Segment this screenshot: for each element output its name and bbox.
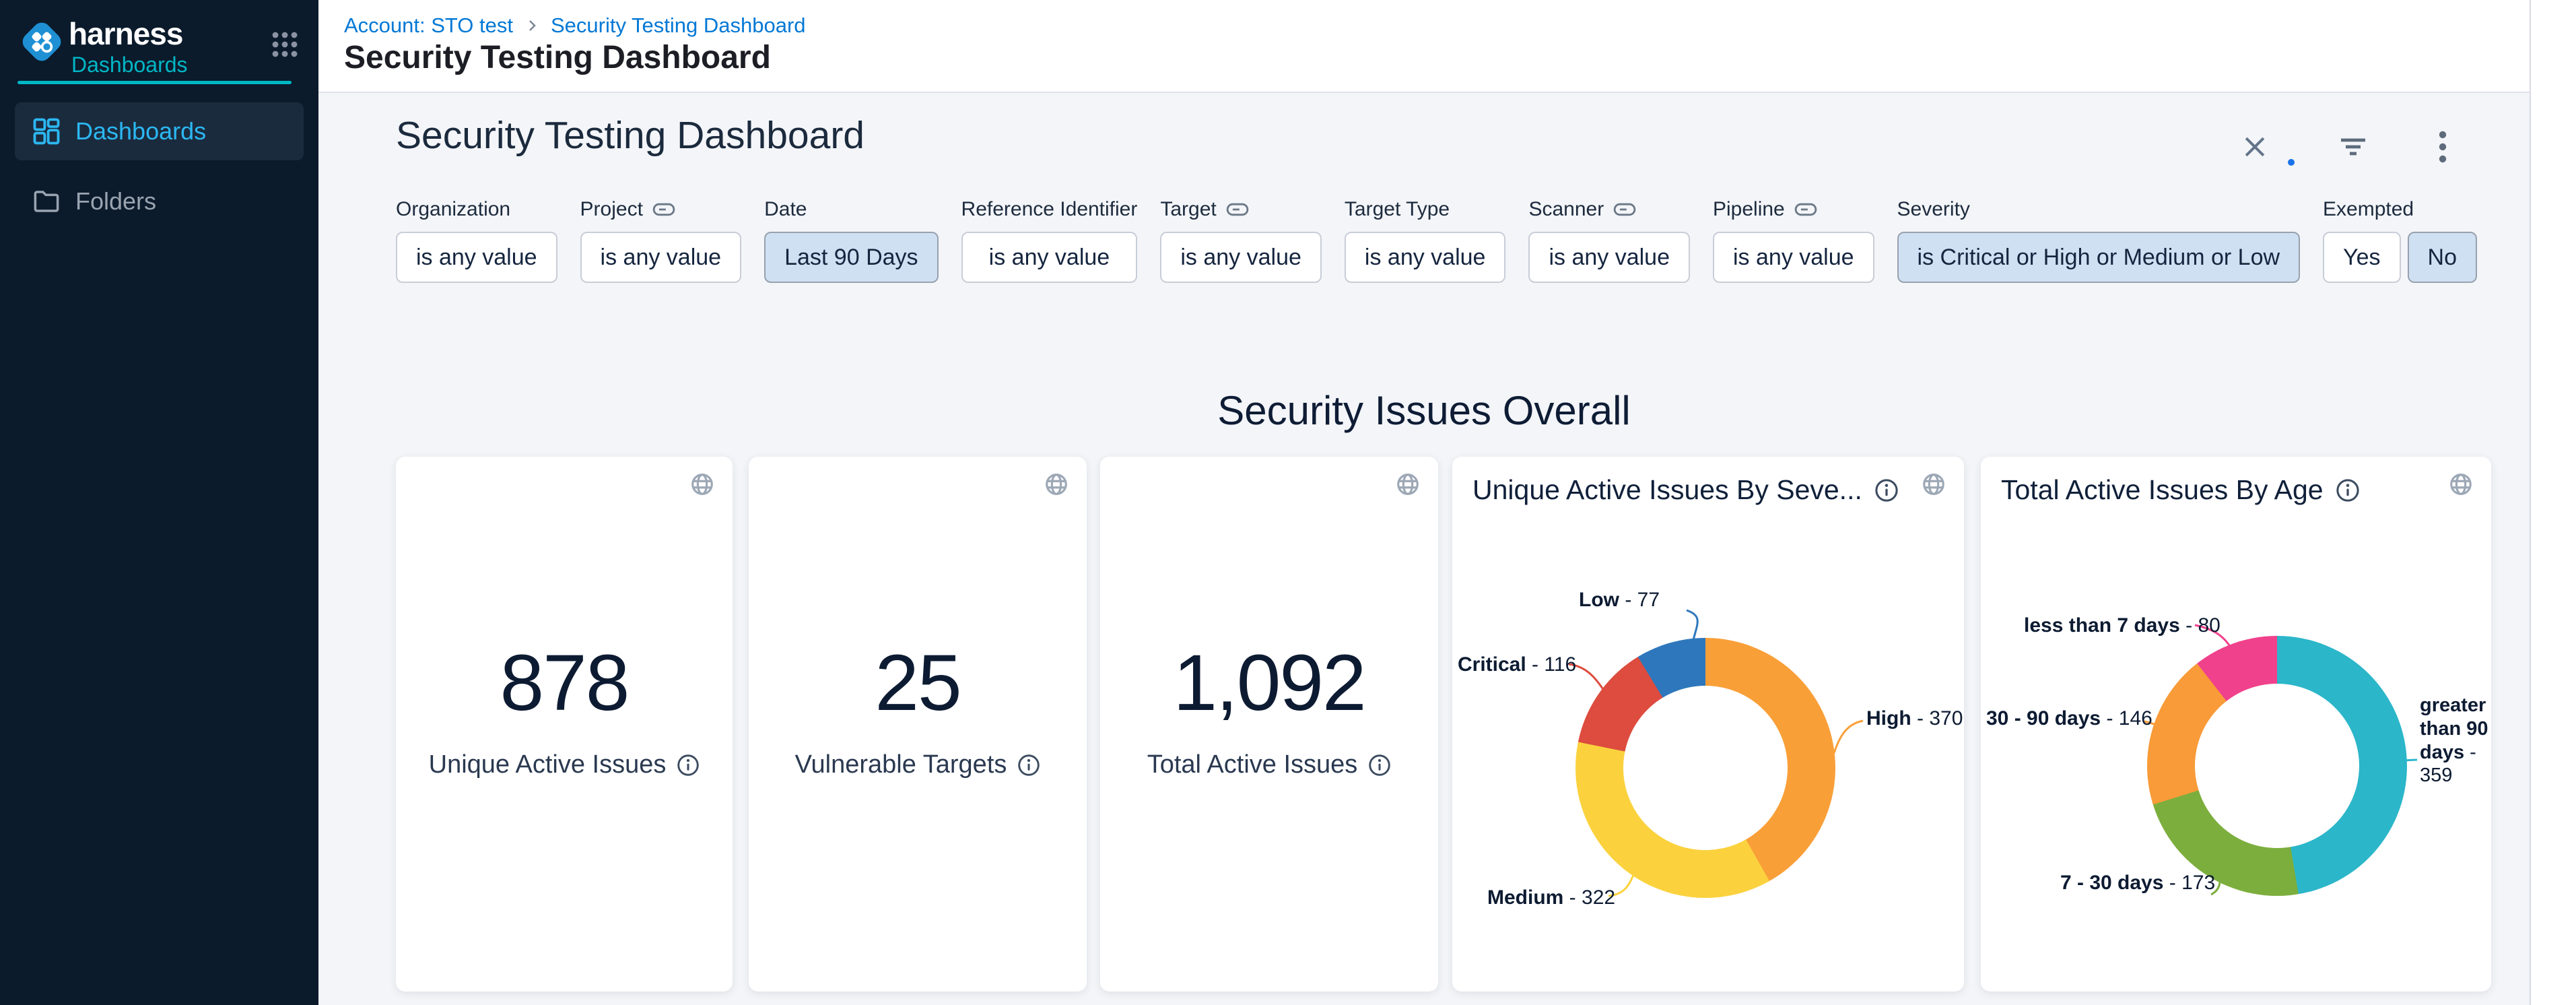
filter-target: Target is any value [1160, 197, 1322, 283]
filter-pipeline-value[interactable]: is any value [1713, 232, 1874, 283]
dashboards-icon [32, 117, 61, 145]
page-title: Security Testing Dashboard [344, 39, 771, 76]
linked-filter-icon [1613, 202, 1636, 217]
sidebar-item-dashboards[interactable]: Dashboards [15, 102, 304, 160]
filter-icon[interactable] [2337, 132, 2369, 162]
info-icon[interactable] [1368, 754, 1391, 777]
filter-date: Date Last 90 Days [764, 197, 938, 283]
exempted-yes-button[interactable]: Yes [2323, 232, 2400, 283]
app-switcher-icon[interactable] [269, 28, 301, 61]
globe-icon[interactable] [1395, 472, 1421, 497]
filter-target-type: Target Type is any value [1345, 197, 1506, 283]
filter-label: Project [580, 198, 643, 221]
sidebar-item-folders[interactable]: Folders [15, 172, 304, 230]
globe-icon[interactable] [1044, 472, 1069, 497]
callout-greater-than-90-days: greater than 90 days - 359 [2420, 694, 2495, 787]
callout-30-90-days: 30 - 90 days - 146 [1986, 707, 2153, 730]
sidebar-divider [18, 81, 292, 84]
tile-label: Total Active Issues [1147, 750, 1358, 779]
filter-label: Organization [396, 198, 510, 221]
breadcrumb-account-link[interactable]: Account: STO test [344, 13, 513, 38]
age-donut-chart[interactable] [2147, 636, 2407, 896]
callout-line-high [1834, 721, 1863, 753]
callout-low: Low - 77 [1579, 589, 1660, 612]
tile-label: Vulnerable Targets [795, 750, 1007, 779]
globe-icon[interactable] [689, 472, 715, 497]
dashboard-content: Security Testing Dashboard Organization … [318, 94, 2530, 1005]
sidebar-item-label: Dashboards [75, 117, 206, 145]
filter-label: Target [1160, 198, 1216, 221]
breadcrumb: Account: STO test Security Testing Dashb… [344, 13, 806, 38]
product-name: Dashboards [71, 53, 188, 77]
filter-project: Project is any value [580, 197, 742, 283]
chevron-right-icon [524, 18, 540, 34]
info-icon[interactable] [2336, 478, 2360, 502]
severity-donut-chart[interactable] [1575, 638, 1835, 898]
callout-high: High - 370 [1866, 707, 1963, 730]
tile-unique-active-issues: 878 Unique Active Issues [396, 457, 733, 992]
sidebar-item-label: Folders [75, 187, 156, 216]
filter-scanner-value[interactable]: is any value [1528, 232, 1690, 283]
topbar: Account: STO test Security Testing Dashb… [318, 0, 2576, 93]
tile-value: 878 [396, 637, 733, 729]
tile-value: 1,092 [1100, 637, 1438, 729]
globe-icon[interactable] [1921, 472, 1946, 497]
filter-reference-identifier: Reference Identifier is any value [961, 197, 1138, 283]
linked-filter-icon [652, 202, 675, 217]
filter-severity: Severity is Critical or High or Medium o… [1897, 197, 2301, 283]
linked-filter-icon [1794, 202, 1817, 217]
callout-critical: Critical - 116 [1458, 653, 1576, 676]
filter-exempted: Exempted Yes No [2323, 197, 2477, 283]
callout-less-than-7-days: less than 7 days - 80 [2024, 614, 2221, 637]
section-title: Security Issues Overall [318, 387, 2530, 434]
chart-title: Total Active Issues By Age [2001, 474, 2324, 506]
filter-organization-value[interactable]: is any value [396, 232, 557, 283]
linked-filter-icon [1226, 202, 1249, 217]
filter-label: Target Type [1345, 198, 1450, 221]
tile-vulnerable-targets: 25 Vulnerable Targets [749, 457, 1087, 992]
kebab-menu-icon[interactable] [2437, 129, 2449, 164]
close-icon[interactable] [2240, 132, 2270, 162]
tile-value: 25 [749, 637, 1087, 729]
sidebar: harness Dashboards Dashboards Folders [0, 0, 318, 1005]
callout-medium: Medium - 322 [1487, 886, 1615, 909]
filter-target-type-value[interactable]: is any value [1345, 232, 1506, 283]
filter-bar: Organization is any value Project is any… [396, 197, 2477, 283]
callout-line-low [1687, 610, 1697, 640]
folder-icon [32, 187, 61, 216]
filter-project-value[interactable]: is any value [580, 232, 742, 283]
filter-label: Date [764, 198, 807, 221]
info-icon[interactable] [677, 754, 700, 777]
exempted-no-button[interactable]: No [2408, 232, 2477, 283]
filter-label: Scanner [1528, 198, 1604, 221]
filter-label: Exempted [2323, 198, 2414, 221]
chart-unique-active-issues-by-severity: Unique Active Issues By Seve... Low - 77… [1452, 457, 1964, 992]
logo-wordmark: harness [69, 18, 188, 50]
chart-title: Unique Active Issues By Seve... [1472, 474, 1862, 506]
info-icon[interactable] [1874, 478, 1899, 502]
filter-label: Severity [1897, 198, 1970, 221]
globe-icon[interactable] [2448, 472, 2474, 497]
filter-date-value[interactable]: Last 90 Days [764, 232, 938, 283]
filter-severity-value[interactable]: is Critical or High or Medium or Low [1897, 232, 2301, 283]
harness-logo-icon [18, 18, 66, 66]
breadcrumb-dashboard-link[interactable]: Security Testing Dashboard [551, 13, 806, 38]
filter-scanner: Scanner is any value [1528, 197, 1690, 283]
tile-label: Unique Active Issues [429, 750, 667, 779]
filter-target-value[interactable]: is any value [1160, 232, 1322, 283]
filter-label: Pipeline [1713, 198, 1785, 221]
tile-total-active-issues: 1,092 Total Active Issues [1100, 457, 1438, 992]
filter-label: Reference Identifier [961, 198, 1138, 221]
info-icon[interactable] [1017, 754, 1040, 777]
scrollbar-track[interactable] [2530, 0, 2576, 1005]
dashboard-heading: Security Testing Dashboard [396, 113, 865, 158]
callout-7-30-days: 7 - 30 days - 173 [2060, 872, 2215, 895]
filter-pipeline: Pipeline is any value [1713, 197, 1874, 283]
filter-organization: Organization is any value [396, 197, 557, 283]
chart-total-active-issues-by-age: Total Active Issues By Age less than 7 d… [1981, 457, 2491, 992]
filter-reference-identifier-value[interactable]: is any value [961, 232, 1138, 283]
